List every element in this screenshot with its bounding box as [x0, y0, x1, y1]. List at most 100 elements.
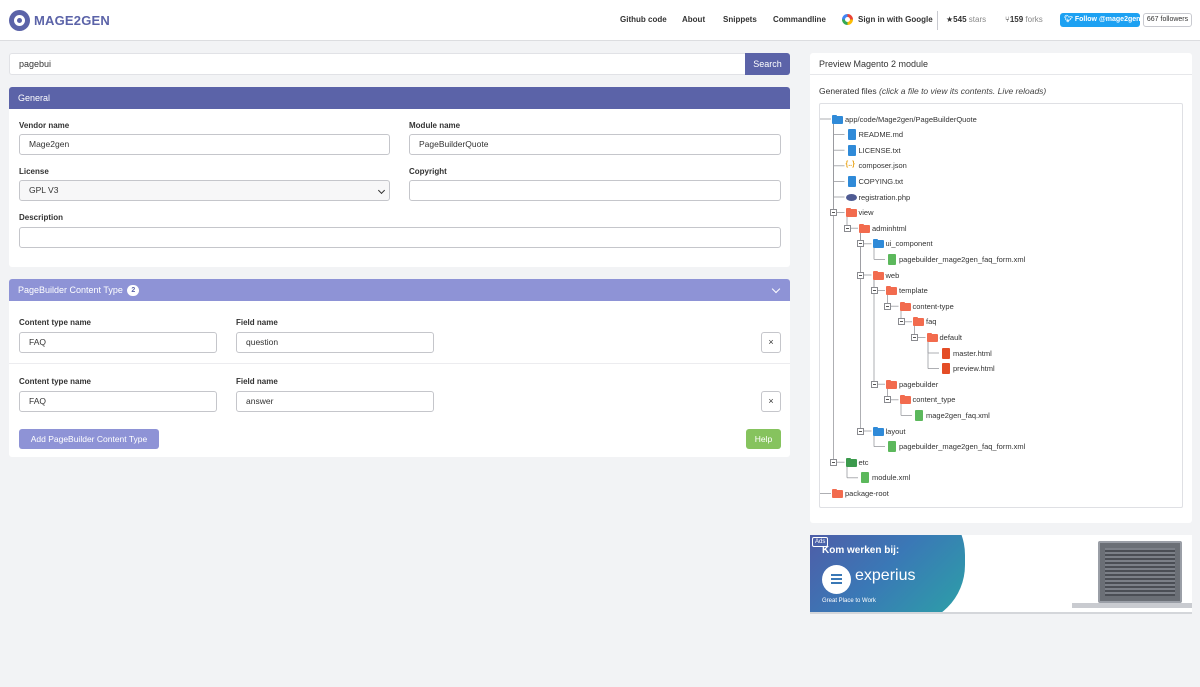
general-card-header[interactable]: General — [9, 87, 790, 109]
pagebuilder-card-title: PageBuilder Content Type — [18, 285, 123, 295]
tree-node-label: default — [939, 332, 963, 342]
folder-orange-icon — [886, 379, 897, 390]
tree-file[interactable]: COPYING.txt — [846, 174, 904, 188]
tree-folder[interactable]: etc — [845, 455, 869, 469]
folder-orange-icon — [832, 488, 843, 499]
collapse-toggle-icon[interactable] — [857, 240, 864, 248]
tree-node-label: composer.json — [858, 161, 907, 171]
search-button[interactable]: Search — [745, 53, 790, 75]
tree-folder[interactable]: ui_component — [872, 237, 933, 251]
tree-folder[interactable]: layout — [872, 424, 906, 438]
folder-blue-icon — [872, 238, 884, 249]
tree-file[interactable]: module.xml — [859, 471, 910, 485]
collapse-toggle-icon[interactable] — [830, 209, 837, 217]
tree-file[interactable]: pagebuilder_mage2gen_faq_form.xml — [886, 440, 1025, 454]
copyright-input[interactable] — [409, 180, 781, 201]
remove-row-button[interactable]: × — [761, 332, 781, 353]
row-divider — [9, 363, 790, 364]
tree-file[interactable]: preview.html — [940, 362, 995, 376]
collapse-toggle-icon[interactable] — [857, 427, 864, 435]
google-signin-link[interactable]: Sign in with Google — [858, 15, 933, 24]
tree-folder[interactable]: faq — [913, 315, 936, 329]
tree-node-label: mage2gen_faq.xml — [926, 410, 990, 420]
tree-file[interactable]: pagebuilder_mage2gen_faq_form.xml — [886, 252, 1025, 266]
collapse-toggle-icon[interactable] — [843, 224, 851, 232]
nav-divider — [937, 11, 938, 30]
field-name-label: Field name — [236, 318, 278, 327]
twitter-followers-count[interactable]: 667 followers — [1143, 13, 1192, 27]
remove-row-button[interactable]: × — [761, 391, 781, 412]
tree-node-label: module.xml — [872, 473, 911, 483]
nav-link-about[interactable]: About — [682, 15, 705, 24]
help-button[interactable]: Help — [746, 429, 781, 449]
brand-logo[interactable]: MAGE2GEN — [9, 10, 110, 31]
license-label: License — [19, 167, 49, 176]
collapse-toggle-icon[interactable] — [830, 458, 837, 466]
collapse-toggle-icon[interactable] — [884, 396, 891, 404]
tree-folder[interactable]: default — [926, 330, 963, 344]
nav-link-commandline[interactable]: Commandline — [773, 15, 826, 24]
tree-folder[interactable]: content-type — [899, 299, 954, 313]
content-type-name-input[interactable]: FAQ — [19, 332, 217, 353]
xml-file-icon — [913, 409, 924, 421]
tree-node-label: app/code/Mage2gen/PageBuilderQuote — [845, 114, 977, 124]
tree-file[interactable]: master.html — [940, 346, 992, 360]
tree-node-label: adminhtml — [872, 223, 907, 233]
tree-file[interactable]: composer.json — [846, 159, 907, 173]
brand-name: MAGE2GEN — [34, 13, 111, 28]
xml-file-icon — [886, 253, 897, 265]
collapse-toggle-icon[interactable] — [857, 271, 864, 279]
tree-file[interactable]: mage2gen_faq.xml — [913, 408, 990, 422]
twitter-bird-icon: 🐦︎ — [1064, 16, 1073, 23]
xml-file-icon — [886, 441, 897, 453]
nav-link-snippets[interactable]: Snippets — [723, 15, 757, 24]
generated-files-hint: (click a file to view its contents. Live… — [879, 86, 1047, 96]
collapse-toggle-icon[interactable] — [884, 302, 891, 310]
description-input[interactable] — [19, 227, 781, 248]
collapse-toggle-icon[interactable] — [870, 287, 878, 295]
field-name-label: Field name — [236, 377, 278, 386]
tree-folder[interactable]: package-root — [832, 486, 889, 500]
tree-node-label: LICENSE.txt — [858, 145, 901, 155]
field-name-input[interactable]: answer — [236, 391, 434, 412]
content-type-name-input[interactable]: FAQ — [19, 391, 217, 412]
pagebuilder-card-header[interactable]: PageBuilder Content Type 2 — [9, 279, 790, 301]
advertisement-banner[interactable]: Ads Kom werken bij: experius Great Place… — [810, 535, 1192, 614]
tree-folder[interactable]: content_type — [899, 393, 956, 407]
tree-file[interactable]: registration.php — [845, 190, 911, 204]
tree-node-label: pagebuilder — [899, 379, 939, 389]
folder-orange-icon — [926, 332, 938, 343]
tree-node-label: registration.php — [858, 192, 911, 202]
tree-file[interactable]: README.md — [846, 128, 903, 142]
tree-node-label: COPYING.txt — [858, 176, 904, 186]
content-type-count-badge: 2 — [127, 285, 140, 296]
github-stars[interactable]: ★545 stars — [946, 15, 986, 24]
collapse-toggle-icon[interactable] — [911, 333, 918, 341]
module-name-input[interactable]: PageBuilderQuote — [409, 134, 781, 155]
preview-divider — [810, 74, 1192, 75]
tree-folder[interactable]: pagebuilder — [886, 377, 938, 391]
twitter-follow-button[interactable]: 🐦︎ Follow @mage2gen — [1060, 13, 1140, 27]
add-pagebuilder-content-type-button[interactable]: Add PageBuilder Content Type — [19, 429, 159, 449]
field-name-input[interactable]: question — [236, 332, 434, 353]
computer-monitor-image — [1098, 541, 1182, 603]
ad-headline: Kom werken bij: — [822, 545, 900, 556]
tree-folder[interactable]: adminhtml — [859, 221, 907, 235]
tree-folder[interactable]: app/code/Mage2gen/PageBuilderQuote — [832, 112, 977, 126]
tree-file[interactable]: LICENSE.txt — [846, 143, 901, 157]
chevron-down-icon[interactable] — [771, 284, 781, 294]
tree-node-label: template — [899, 286, 928, 296]
tree-node-label: content_type — [912, 395, 956, 405]
vendor-name-input[interactable]: Mage2gen — [19, 134, 390, 155]
tree-folder[interactable]: view — [845, 206, 874, 220]
module-name-label: Module name — [409, 121, 461, 130]
tree-folder[interactable]: web — [872, 268, 899, 282]
collapse-toggle-icon[interactable] — [897, 318, 905, 326]
collapse-toggle-icon[interactable] — [870, 380, 878, 388]
license-select[interactable]: GPL V3 — [19, 180, 390, 201]
nav-link-github-code[interactable]: Github code — [620, 15, 667, 24]
tree-folder[interactable]: template — [886, 284, 928, 298]
search-input[interactable] — [9, 53, 746, 75]
github-forks[interactable]: ⑂159 forks — [1005, 15, 1043, 24]
desk-image — [1072, 603, 1192, 608]
